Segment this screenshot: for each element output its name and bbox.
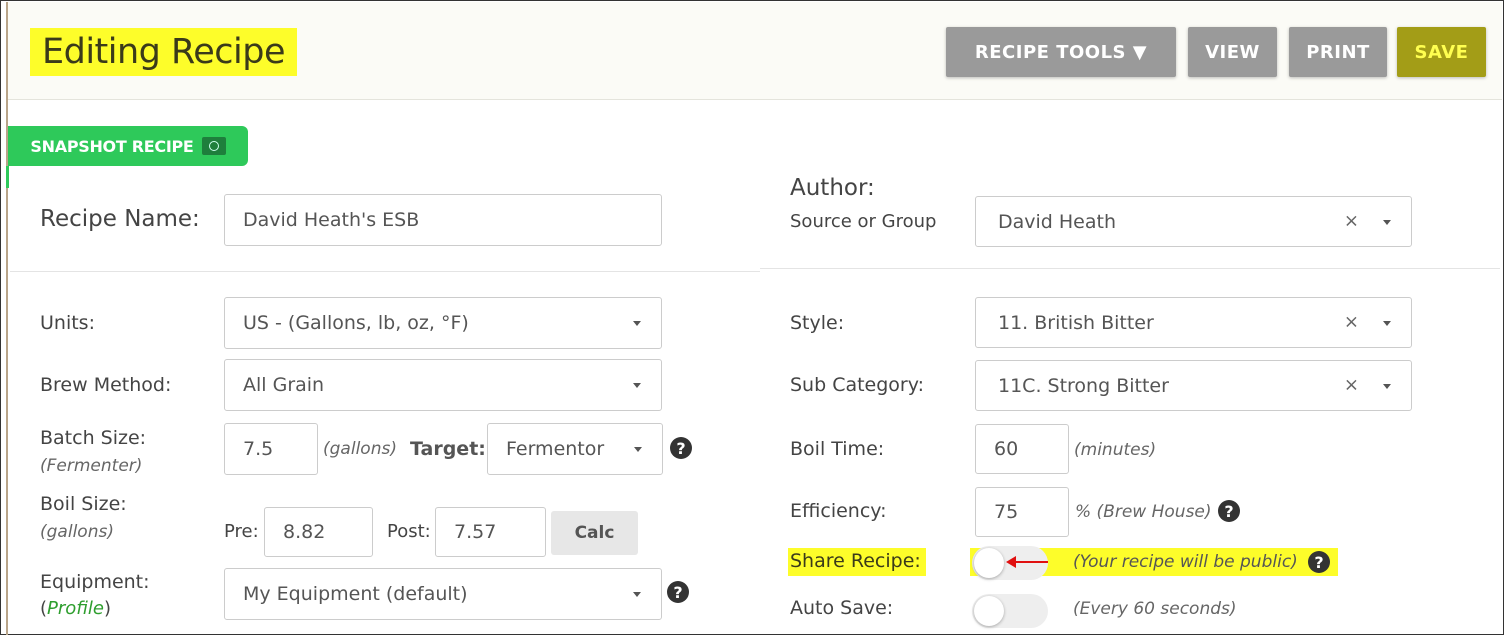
boil-time-unit: (minutes) (1074, 440, 1157, 460)
clear-icon[interactable]: × (1344, 311, 1359, 332)
camera-icon (201, 137, 226, 155)
post-label: Post: (387, 521, 431, 542)
efficiency-input[interactable]: 75 (975, 487, 1069, 537)
snapshot-recipe-button[interactable]: SNAPSHOT RECIPE (8, 126, 248, 166)
pre-label: Pre: (224, 521, 259, 542)
target-select[interactable]: Fermentor (487, 423, 663, 475)
auto-save-label: Auto Save: (790, 597, 894, 619)
pre-boil-value: 8.82 (283, 521, 326, 543)
units-select[interactable]: US - (Gallons, lb, oz, °F) (224, 297, 662, 349)
sub-category-label: Sub Category: (790, 374, 925, 396)
equipment-select[interactable]: My Equipment (default) (224, 568, 662, 620)
efficiency-label: Efficiency: (790, 500, 887, 522)
style-label: Style: (790, 312, 845, 334)
auto-save-toggle[interactable] (972, 594, 1048, 628)
help-icon[interactable]: ? (670, 437, 692, 459)
page-title: Editing Recipe (30, 28, 298, 76)
divider-right (760, 268, 1500, 269)
style-value: 11. British Bitter (998, 311, 1154, 334)
brew-method-value: All Grain (243, 374, 325, 396)
view-button[interactable]: VIEW (1188, 27, 1277, 77)
author-sublabel: Source or Group (790, 211, 937, 232)
pre-boil-input[interactable]: 8.82 (264, 507, 373, 557)
post-boil-value: 7.57 (454, 521, 497, 543)
share-recipe-label: Share Recipe: (790, 550, 921, 572)
help-icon[interactable]: ? (1218, 500, 1240, 522)
boil-time-value: 60 (994, 438, 1019, 460)
chevron-down-icon[interactable] (633, 592, 641, 597)
boil-time-label: Boil Time: (790, 438, 885, 460)
sub-category-select[interactable]: 11C. Strong Bitter × (975, 360, 1412, 411)
brew-method-label: Brew Method: (40, 374, 172, 396)
auto-save-note: (Every 60 seconds) (1073, 599, 1237, 619)
equipment-profile-line: (Profile) (40, 598, 111, 619)
clear-icon[interactable]: × (1344, 374, 1359, 395)
open-paren: ( (40, 598, 48, 619)
help-icon[interactable]: ? (1308, 551, 1330, 573)
chevron-down-icon[interactable] (1383, 219, 1391, 225)
chevron-down-icon[interactable] (1383, 320, 1391, 326)
help-icon[interactable]: ? (667, 581, 689, 603)
equipment-value: My Equipment (default) (243, 583, 468, 605)
recipe-tools-button[interactable]: RECIPE TOOLS ▼ (946, 27, 1176, 77)
red-arrow-annotation (1006, 556, 1048, 568)
batch-size-input[interactable]: 7.5 (224, 423, 318, 475)
chevron-down-icon[interactable] (633, 383, 641, 388)
equipment-label: Equipment: (40, 571, 150, 593)
save-button[interactable]: SAVE (1397, 27, 1486, 77)
divider-left (10, 271, 760, 272)
recipe-name-input[interactable]: David Heath's ESB (224, 194, 662, 246)
chevron-down-icon[interactable] (1383, 383, 1391, 389)
author-select[interactable]: David Heath × (975, 196, 1412, 247)
target-value: Fermentor (506, 438, 605, 460)
author-value: David Heath (998, 210, 1117, 233)
units-value: US - (Gallons, lb, oz, °F) (243, 312, 469, 334)
calc-button[interactable]: Calc (551, 511, 638, 555)
batch-size-label: Batch Size: (40, 427, 147, 449)
batch-size-value: 7.5 (243, 438, 274, 460)
recipe-name-label: Recipe Name: (40, 206, 200, 232)
units-label: Units: (40, 312, 95, 334)
batch-size-sublabel: (Fermenter) (40, 456, 143, 476)
share-recipe-note: (Your recipe will be public) (1073, 552, 1298, 572)
toggle-knob (974, 596, 1004, 626)
style-select[interactable]: 11. British Bitter × (975, 297, 1412, 348)
boil-time-input[interactable]: 60 (975, 424, 1069, 474)
print-button[interactable]: PRINT (1289, 27, 1387, 77)
brew-method-select[interactable]: All Grain (224, 359, 662, 411)
batch-size-unit: (gallons) (323, 439, 397, 459)
boil-size-sublabel: (gallons) (40, 522, 114, 542)
close-paren: ) (104, 598, 112, 619)
profile-link[interactable]: Profile (47, 598, 104, 619)
boil-size-label: Boil Size: (40, 493, 127, 515)
sub-category-value: 11C. Strong Bitter (998, 374, 1169, 397)
efficiency-unit: % (Brew House) (1075, 502, 1212, 522)
toggle-knob (974, 548, 1004, 578)
snapshot-label: SNAPSHOT RECIPE (30, 136, 194, 156)
author-label: Author: (790, 175, 875, 201)
green-stub (6, 166, 9, 188)
efficiency-value: 75 (994, 501, 1019, 523)
recipe-name-value: David Heath's ESB (243, 209, 420, 231)
chevron-down-icon[interactable] (634, 447, 642, 452)
clear-icon[interactable]: × (1344, 210, 1359, 231)
target-label: Target: (410, 438, 486, 460)
chevron-down-icon[interactable] (633, 321, 641, 326)
post-boil-input[interactable]: 7.57 (435, 507, 546, 557)
header-bar: Editing Recipe RECIPE TOOLS ▼ VIEW PRINT… (8, 2, 1502, 100)
